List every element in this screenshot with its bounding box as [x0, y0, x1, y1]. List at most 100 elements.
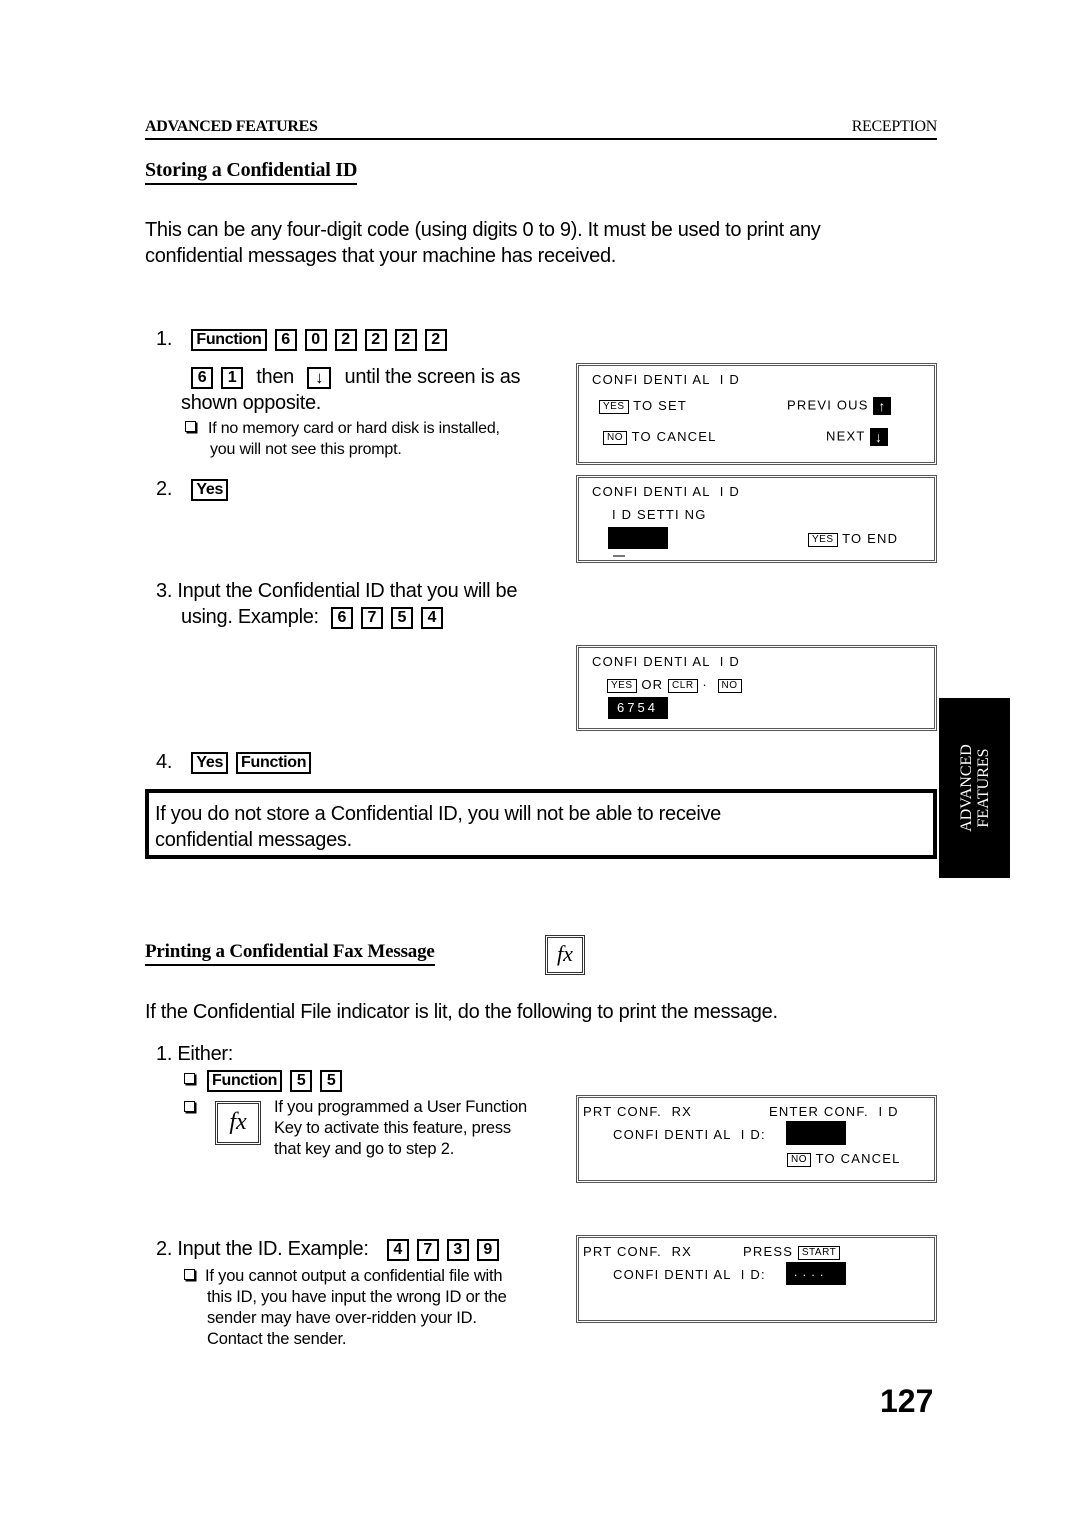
lcd-to-cancel: TO CANCEL: [631, 429, 717, 444]
step3-example-label: using. Example:: [181, 606, 319, 628]
lcd-screen-enter-conf-id: PRT CONF. RX ENTER CONF. I D CONFI DENTI…: [576, 1095, 937, 1183]
section-title-printing-fax: Printing a Confidential Fax Message: [145, 941, 435, 966]
lcd-screen-id-entry: CONFI DENTI AL I D YES OR CLR · NO 6754: [576, 645, 937, 731]
lcd-yes-key: YES: [599, 399, 629, 414]
lcd-yes-key: YES: [808, 532, 838, 547]
step-number: 2.: [156, 478, 173, 500]
lcd-clr-key: CLR: [668, 678, 698, 693]
note-line: sender may have over-ridden your ID.: [207, 1309, 477, 1327]
step2: 2. Yes: [156, 476, 236, 502]
lcd-to-set: TO SET: [633, 398, 688, 413]
key-5: 5: [290, 1069, 313, 1092]
key-6: 6: [274, 328, 297, 351]
lcd-dot: ·: [702, 677, 708, 692]
lcd-to-end: TO END: [842, 531, 899, 546]
key-3: 3: [446, 1238, 469, 1261]
lcd-next: NEXT: [826, 428, 866, 444]
section-title-storing-id: Storing a Confidential ID: [145, 159, 357, 185]
step3-line1: 3. Input the Confidential ID that you wi…: [156, 580, 518, 602]
lcd-or: OR: [641, 677, 664, 692]
step-number: 4.: [156, 751, 173, 773]
running-header-section: ADVANCED FEATURES: [145, 118, 318, 135]
intro-line-2: confidential messages that your machine …: [145, 245, 617, 267]
key-2: 2: [394, 328, 417, 351]
key-function: Function: [191, 328, 267, 351]
step1-line2: shown opposite.: [181, 392, 322, 414]
s2-step2-label: 2. Input the ID. Example:: [156, 1238, 369, 1260]
up-arrow-icon: ↑: [873, 397, 892, 415]
checkbox-bullet-icon: [185, 421, 196, 433]
key-6: 6: [330, 606, 353, 629]
s2-step2-note: If you cannot output a confidential file…: [184, 1266, 564, 1350]
down-arrow-icon: ↓: [870, 428, 889, 446]
lcd-screen-confidential-id-menu: CONFI DENTI AL I D YES TO SET PREVI OUS …: [576, 363, 937, 465]
key-function: Function: [207, 1069, 283, 1092]
lcd-id-setting: I D SETTI NG: [612, 507, 707, 522]
section1-intro: This can be any four-digit code (using d…: [145, 217, 945, 269]
option2-line: If you programmed a User Function: [274, 1098, 527, 1116]
lcd-input-field: [786, 1121, 846, 1145]
lcd-start-key: START: [797, 1245, 841, 1260]
s2-step2: 2. Input the ID. Example: 4 7 3 9: [156, 1236, 507, 1262]
s2-step1-option1: Function 5 5: [184, 1067, 350, 1093]
lcd-prt-conf-rx: PRT CONF. RX: [583, 1244, 693, 1259]
lcd-to-cancel: TO CANCEL: [815, 1151, 901, 1166]
running-header: ADVANCED FEATURES RECEPTION: [145, 118, 937, 140]
lcd-title: CONFI DENTI AL I D: [592, 372, 741, 387]
note-line: you will not see this prompt.: [210, 441, 402, 458]
note-line: Contact the sender.: [207, 1330, 347, 1348]
step-number: 1.: [156, 328, 173, 350]
lcd-yes-key: YES: [607, 678, 637, 693]
lcd-no-key: NO: [717, 678, 742, 693]
user-function-fx-icon: fx: [545, 935, 585, 975]
lcd-id-value: 6754: [608, 697, 668, 719]
page-number: 127: [880, 1383, 934, 1419]
lcd-no-key: NO: [787, 1152, 811, 1167]
running-header-chapter: RECEPTION: [851, 118, 938, 135]
checkbox-bullet-icon: [184, 1269, 195, 1281]
key-2: 2: [334, 328, 357, 351]
section2-intro: If the Confidential File indicator is li…: [145, 1001, 778, 1023]
lcd-press: PRESS: [743, 1244, 794, 1259]
s2-step1-option2-bullet: [184, 1100, 207, 1118]
lcd-enter-conf-id: ENTER CONF. I D: [769, 1104, 899, 1119]
lcd-screen-id-setting: CONFI DENTI AL I D I D SETTI NG YES TO E…: [576, 475, 937, 563]
note-line: this ID, you have input the wrong ID or …: [207, 1288, 507, 1306]
lcd-screen-press-start: PRT CONF. RX PRESS START CONFI DENTI AL …: [576, 1235, 937, 1323]
lcd-title: CONFI DENTI AL I D: [592, 484, 741, 499]
s2-step1-label: 1. Either:: [156, 1043, 234, 1065]
note-line: If no memory card or hard disk is instal…: [208, 420, 500, 437]
side-tab-advanced-features: ADVANCED FEATURES: [939, 698, 1010, 878]
user-function-fx-icon: fx: [215, 1101, 261, 1145]
step1-after-text: until the screen is as: [344, 366, 521, 388]
side-tab-line2: FEATURES: [974, 748, 992, 828]
down-arrow-key-icon: ↓: [307, 366, 332, 389]
warning-line-1: If you do not store a Confidential ID, y…: [155, 803, 722, 825]
option2-line: Key to activate this feature, press: [274, 1119, 511, 1137]
lcd-confidential-id-label: CONFI DENTI AL I D:: [613, 1267, 766, 1282]
step1-keys: 1. Function 6 0 2 2 2 2: [156, 326, 455, 352]
key-function: Function: [236, 751, 312, 774]
side-tab-line1: ADVANCED: [957, 744, 975, 832]
checkbox-bullet-icon: [184, 1101, 195, 1113]
step1-continue: 61 then ↓ until the screen is as: [191, 364, 521, 390]
option2-line: that key and go to step 2.: [274, 1140, 455, 1158]
key-yes: Yes: [191, 478, 229, 501]
intro-line-1: This can be any four-digit code (using d…: [145, 219, 821, 241]
step1-note: If no memory card or hard disk is instal…: [185, 418, 565, 460]
key-4: 4: [386, 1238, 409, 1261]
note-line: If you cannot output a confidential file…: [205, 1267, 503, 1285]
key-0: 0: [304, 328, 327, 351]
lcd-previous: PREVI OUS: [787, 397, 869, 413]
lcd-title: CONFI DENTI AL I D: [592, 654, 741, 669]
key-yes: Yes: [191, 751, 229, 774]
lcd-input-field: [608, 527, 668, 549]
key-6: 6: [191, 366, 213, 389]
key-2: 2: [364, 328, 387, 351]
key-7: 7: [416, 1238, 439, 1261]
key-2: 2: [424, 328, 447, 351]
step3: 3. Input the Confidential ID that you wi…: [156, 578, 517, 630]
key-9: 9: [476, 1238, 499, 1261]
lcd-cursor: [613, 555, 625, 557]
key-5: 5: [390, 606, 413, 629]
